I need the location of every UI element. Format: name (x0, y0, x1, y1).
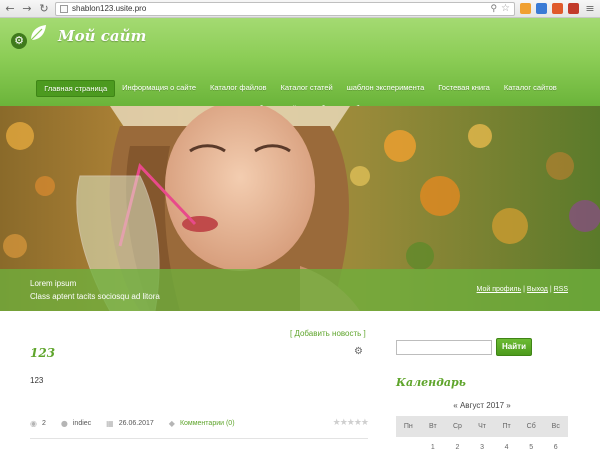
address-bar[interactable]: shablon123.usite.pro ⚲ ☆ (55, 1, 515, 16)
search-icon[interactable]: ⚲ (490, 3, 497, 14)
post-date: 26.06.2017 (118, 419, 154, 427)
calendar-day[interactable]: 4 (494, 444, 519, 451)
weekday: Пт (502, 423, 511, 430)
menu-item-about[interactable]: Информация о сайте (115, 80, 203, 97)
search-input[interactable] (396, 340, 492, 355)
menu-item-sites[interactable]: Каталог сайтов (497, 80, 564, 97)
menu-item-home[interactable]: Главная страница (36, 80, 116, 97)
menu-item-articles[interactable]: Каталог статей (274, 80, 340, 97)
calendar-title: Календарь (396, 376, 466, 389)
calendar-day[interactable]: 3 (470, 444, 495, 451)
calendar-grid: Пн Вт Ср Чт Пт Сб Вс 1 2 3 4 5 6 (396, 416, 568, 457)
main-content: [ Добавить новость ] 123 ⚙ 123 ◉ 2 ● indie… (0, 311, 600, 457)
separator: | (523, 286, 525, 293)
gear-icon[interactable]: ⚙ (354, 346, 363, 357)
banner-caption: Lorem ipsum Class aptent tacits sociosqu… (0, 269, 600, 311)
separator: | (549, 286, 552, 293)
banner: Lorem ipsum Class aptent tacits sociosqu… (0, 106, 600, 311)
leaf-logo-icon (30, 25, 46, 41)
post-body: 123 (30, 376, 44, 385)
author-name[interactable]: indiec (73, 420, 91, 427)
profile-link[interactable]: Мой профиль (477, 286, 522, 293)
caption-title: Lorem ipsum (30, 279, 77, 288)
calendar-week: 1 2 3 4 5 6 (396, 437, 568, 457)
reload-icon[interactable]: ↻ (38, 2, 50, 15)
comment-icon: ◆ (168, 418, 175, 428)
weekday: Ср (452, 423, 462, 430)
calendar-month-nav[interactable]: « Август 2017 » (396, 401, 568, 410)
calendar-weekdays: Пн Вт Ср Чт Пт Сб Вс (396, 416, 568, 437)
back-arrow-icon[interactable]: ← (4, 2, 16, 15)
gear-icon[interactable]: ⚙ (11, 33, 27, 49)
divider (30, 438, 368, 439)
rss-link[interactable]: RSS (554, 286, 568, 293)
weekday: Вс (551, 423, 560, 430)
weekday: Сб (526, 423, 536, 430)
calendar-day[interactable]: 5 (519, 444, 544, 451)
page-icon (60, 4, 68, 13)
menu-item-guestbook[interactable]: Гостевая книга (431, 80, 497, 97)
site-title[interactable]: Мой сайт (58, 27, 146, 45)
calendar-icon: ▦ (106, 418, 114, 428)
weekday: Чт (478, 423, 486, 430)
star-icon[interactable]: ☆ (501, 3, 510, 14)
rating-stars[interactable]: ★★★★★ (333, 418, 369, 428)
extension-icon-4[interactable] (568, 3, 579, 14)
extension-icon-1[interactable] (520, 3, 531, 14)
post-meta: ◉ 2 ● indiec ▦ 26.06.2017 ◆ Комментарии (0) … (30, 418, 369, 428)
search-button[interactable]: Найти (496, 338, 532, 356)
post-title[interactable]: 123 (30, 346, 55, 360)
weekday: Вт (429, 423, 437, 430)
logout-link[interactable]: Выход (527, 286, 548, 293)
extension-icon-3[interactable] (552, 3, 563, 14)
url-text: shablon123.usite.pro (72, 4, 147, 13)
calendar-day[interactable]: 6 (543, 444, 568, 451)
caption-subtitle: Class aptent tacits sociosqu ad litora (30, 292, 160, 301)
menu-item-files[interactable]: Каталог файлов (203, 80, 274, 97)
weekday: Пн (403, 423, 413, 430)
menu-item-template[interactable]: шаблон эксперимента (340, 80, 432, 97)
calendar-day[interactable]: 1 (421, 444, 446, 451)
extension-icon-2[interactable] (536, 3, 547, 14)
add-news-link[interactable]: [ Добавить новость ] (290, 329, 366, 338)
menu-icon[interactable]: ≡ (584, 2, 596, 15)
browser-toolbar: ← → ↻ shablon123.usite.pro ⚲ ☆ ≡ (0, 0, 600, 18)
site-header: ⚙ Мой сайт Главная страница Информация о… (0, 18, 600, 113)
eye-icon: ◉ (30, 418, 37, 428)
views-count: 2 (41, 419, 46, 427)
calendar-day[interactable]: 2 (445, 444, 470, 451)
user-links: Мой профиль | Выход | RSS (477, 286, 568, 293)
user-icon: ● (60, 418, 68, 428)
forward-arrow-icon[interactable]: → (21, 2, 33, 15)
comments-link[interactable]: Комментарии (0) (180, 420, 235, 427)
